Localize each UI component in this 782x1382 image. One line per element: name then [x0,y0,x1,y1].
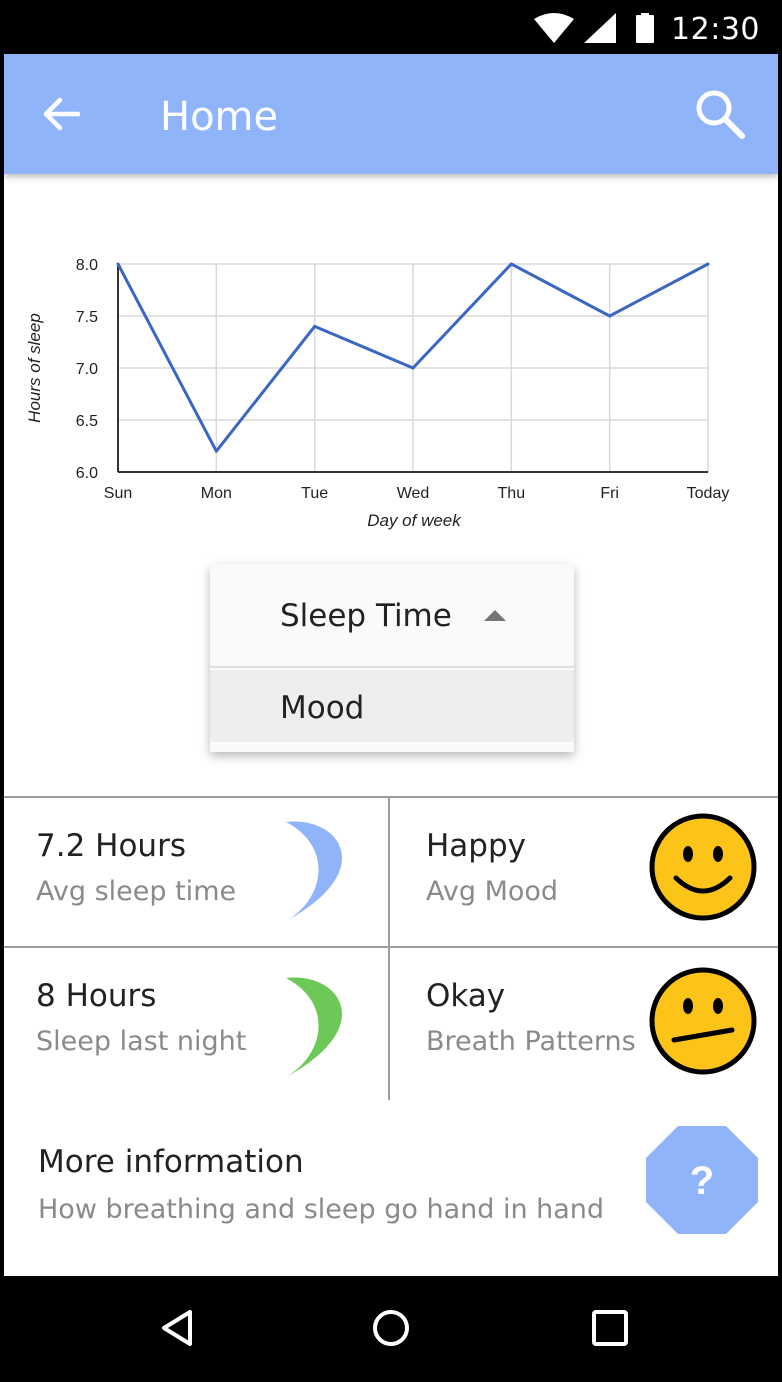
signal-icon [584,13,616,43]
x-tick-label: Sun [104,485,132,502]
more-info-card[interactable]: More information How breathing and sleep… [4,1100,778,1276]
neutral-face-icon [649,967,757,1075]
y-tick-label: 6.5 [76,413,98,430]
data-point [411,366,415,370]
stat-breath-patterns[interactable]: Okay Breath Patterns [390,948,778,1102]
navigation-bar [4,1276,778,1378]
dropdown-selected-label: Sleep Time [280,598,452,634]
x-tick-label: Mon [201,485,232,502]
moon-icon [286,821,343,920]
stat-last-night[interactable]: 8 Hours Sleep last night [4,948,390,1102]
stat-avg-sleep[interactable]: 7.2 Hours Avg sleep time [4,798,390,948]
dropdown-option-mood[interactable]: Mood [210,670,574,742]
stat-caption: Sleep last night [36,1026,247,1057]
stat-value: Happy [426,828,527,864]
page-title: Home [160,94,279,140]
back-arrow-icon[interactable] [40,92,84,136]
search-icon[interactable] [692,86,748,142]
data-point [214,449,218,453]
chart-type-dropdown[interactable]: Sleep Time Mood [210,564,574,752]
data-point [509,262,513,266]
stat-caption: Avg sleep time [36,876,237,907]
data-point [116,262,120,266]
nav-home-icon[interactable] [369,1306,413,1350]
y-tick-label: 7.0 [76,361,98,378]
more-info-subtitle: How breathing and sleep go hand in hand [38,1194,605,1225]
sleep-chart: 6.0 6.5 7.0 7.5 8.0 Sun Mon Tue Wed Thu Fri Today … [4,234,778,544]
x-tick-label: Thu [498,485,526,502]
data-point [706,262,710,266]
phone-frame: 12:30 Home 6.0 6.5 7.0 7.5 8.0 Sun Mon Tue Wed T… [0,0,782,1382]
nav-back-icon[interactable] [156,1306,200,1350]
happy-face-icon [649,813,757,921]
moon-icon [286,977,343,1076]
data-point [313,324,317,328]
stat-value: Okay [426,978,506,1014]
help-glyph: ? [690,1159,714,1203]
battery-icon [636,15,654,43]
stat-caption: Breath Patterns [426,1026,636,1057]
stat-caption: Avg Mood [426,876,559,907]
y-tick-label: 7.5 [76,309,98,326]
x-tick-label: Today [687,485,730,502]
stat-avg-mood[interactable]: Happy Avg Mood [390,798,778,948]
x-tick-label: Tue [301,485,328,502]
y-axis-label: Hours of sleep [25,313,44,423]
stat-value: 7.2 Hours [36,828,186,864]
data-point [608,314,612,318]
app-bar: Home [4,54,778,174]
stats-grid: 7.2 Hours Avg sleep time Happy Avg Mood … [4,796,778,1102]
sleep-line-chart: 6.06.57.07.58.0 Sun Mon Tue Wed Thu Fri Today … [25,257,730,530]
dropdown-option-label: Mood [280,690,365,726]
y-tick-label: 6.0 [76,465,98,482]
x-tick-label: Wed [397,485,430,502]
wifi-icon [534,13,574,43]
x-tick-label: Fri [600,485,619,502]
caret-up-icon [484,610,506,621]
main-content: 6.0 6.5 7.0 7.5 8.0 Sun Mon Tue Wed Thu Fri Today … [4,174,778,1276]
clock: 12:30 [671,12,760,47]
more-info-title: More information [38,1144,304,1180]
stat-value: 8 Hours [36,978,157,1014]
dropdown-selected[interactable]: Sleep Time [210,564,574,668]
y-tick-label: 8.0 [76,257,98,274]
nav-recents-icon[interactable] [588,1306,632,1350]
status-icons [534,13,654,43]
help-button[interactable]: ? [644,1124,760,1236]
status-bar: 12:30 [4,4,778,54]
x-axis-label: Day of week [367,511,462,530]
